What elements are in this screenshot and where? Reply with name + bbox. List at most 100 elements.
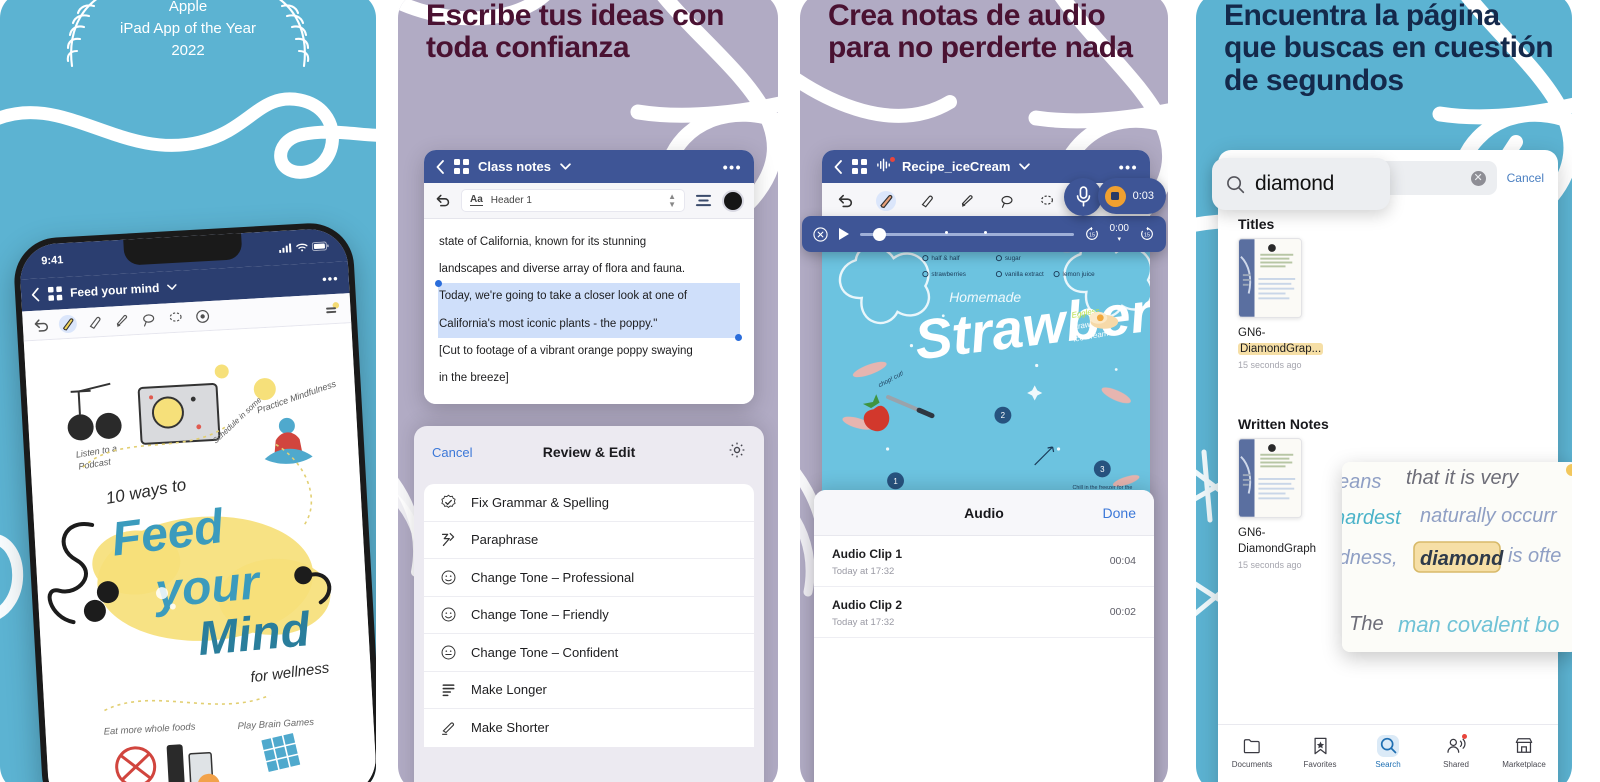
search-cancel-button[interactable]: Cancel (1507, 171, 1544, 185)
option-tone-friendly[interactable]: Change Tone – Friendly (424, 597, 754, 634)
result-thumbnail[interactable] (1238, 438, 1302, 519)
option-paraphrase[interactable]: Paraphrase (424, 522, 754, 559)
note-preview-popover[interactable]: eans that it is very hardest naturally o… (1342, 462, 1572, 652)
lasso-icon[interactable] (998, 192, 1016, 210)
option-make-shorter[interactable]: Make Shorter (424, 709, 754, 747)
chevron-down-icon[interactable] (1019, 163, 1031, 170)
screenshot-panel-award[interactable]: Apple iPad App of the Year 2022 9:41 Fee… (0, 0, 376, 782)
undo-icon[interactable] (434, 192, 451, 209)
back-chevron-icon[interactable] (436, 159, 445, 174)
shared-icon (1445, 733, 1467, 757)
selection-handle-start[interactable] (435, 280, 442, 288)
doc-line[interactable]: in the breeze] (438, 365, 740, 392)
tone-friendly-icon (441, 607, 456, 622)
stepper-icon[interactable]: ▲ ▼ (668, 193, 676, 208)
floating-search-input[interactable]: diamond (1212, 158, 1390, 210)
undo-icon[interactable] (836, 192, 854, 210)
option-make-longer[interactable]: Make Longer (424, 672, 754, 709)
pencil-icon[interactable] (958, 192, 976, 210)
review-options-list[interactable]: Fix Grammar & Spelling Paraphrase Change… (424, 484, 754, 747)
chevron-down-icon[interactable] (167, 284, 177, 291)
screenshot-panel-writing[interactable]: Escribe tus ideas con toda confianza Cla… (398, 0, 778, 782)
more-options-icon[interactable]: ••• (322, 270, 339, 286)
app-topbar[interactable]: Class notes ••• (424, 150, 754, 183)
note-title[interactable]: Class notes (478, 159, 551, 174)
format-toolbar[interactable]: Aa Header 1 ▲ ▼ (424, 183, 754, 219)
close-circle-icon[interactable] (813, 226, 828, 242)
lasso-icon[interactable] (139, 309, 158, 328)
rewind-15-icon[interactable]: 15 (1084, 226, 1100, 242)
tab-shared[interactable]: Shared (1422, 733, 1490, 769)
done-button[interactable]: Done (1103, 505, 1136, 521)
undo-icon[interactable] (31, 315, 50, 334)
note-canvas-artwork[interactable]: Listen to a Podcast Schedule in some Pra… (23, 323, 376, 782)
option-tone-confident[interactable]: Change Tone – Confident (424, 634, 754, 672)
selection-handle-end[interactable] (735, 333, 742, 341)
doc-line[interactable]: state of California, known for its stunn… (438, 229, 740, 256)
result-title[interactable]: GN6- DiamondGrap... (1218, 326, 1558, 357)
eraser-icon[interactable] (918, 192, 936, 210)
pen-icon[interactable] (876, 190, 896, 211)
document-text-area[interactable]: state of California, known for its stunn… (424, 219, 754, 405)
tab-favorites[interactable]: Favorites (1286, 735, 1354, 769)
notes-app-card[interactable]: Class notes ••• Aa Header 1 ▲ ▼ state of … (424, 150, 754, 405)
waveform-icon[interactable] (876, 157, 895, 175)
microphone-button[interactable] (1064, 178, 1102, 216)
doc-line[interactable]: landscapes and diverse array of flora an… (438, 256, 740, 283)
stop-record-icon[interactable] (1104, 185, 1126, 207)
note-title[interactable]: Recipe_iceCream (902, 159, 1010, 174)
chevron-down-icon[interactable]: ▾ (1118, 236, 1122, 243)
tab-search[interactable]: Search (1354, 734, 1422, 769)
clear-icon[interactable]: ✕ (1470, 170, 1486, 186)
battery-icon (311, 241, 329, 251)
gear-icon[interactable] (728, 441, 746, 464)
shape-icon[interactable] (166, 308, 185, 327)
review-edit-sheet[interactable]: Cancel Review & Edit Fix Grammar & Spell… (414, 426, 764, 782)
shape-icon[interactable] (1038, 192, 1056, 210)
pen-icon[interactable] (58, 313, 78, 333)
progress-knob[interactable] (872, 227, 886, 241)
ink-color-icon[interactable] (722, 189, 744, 212)
result-thumbnail[interactable] (1238, 238, 1302, 318)
grid-icon[interactable] (47, 286, 63, 301)
paragraph-style-select[interactable]: Aa Header 1 ▲ ▼ (461, 189, 685, 212)
phone-screen: 9:41 Feed your mind ••• Listen to a Podc… (18, 227, 376, 782)
cancel-button[interactable]: Cancel (432, 445, 472, 460)
doc-line-selected[interactable]: Today, we're going to take a closer look… (435, 280, 740, 311)
grid-icon[interactable] (852, 159, 867, 174)
more-tools-icon[interactable] (323, 299, 342, 318)
bottom-tab-bar[interactable]: Documents Favorites Search Shared Market… (1218, 724, 1558, 778)
align-center-icon[interactable] (695, 193, 712, 208)
more-options-icon[interactable]: ••• (1119, 159, 1138, 175)
chevron-down-icon[interactable] (560, 163, 571, 170)
svg-text:naturally occurr: naturally occurr (1420, 505, 1558, 527)
player-time-display[interactable]: 0:00 ▾ (1110, 223, 1129, 245)
recording-indicator[interactable]: 0:03 (1097, 178, 1166, 214)
tab-marketplace[interactable]: Marketplace (1490, 735, 1558, 769)
doc-line[interactable]: [Cut to footage of a vibrant orange popp… (438, 338, 740, 365)
doc-line-selected[interactable]: California's most iconic plants - the po… (438, 310, 742, 341)
screenshot-panel-search[interactable]: Encuentra la página que buscas en cuesti… (1196, 0, 1572, 782)
audio-progress-slider[interactable] (860, 227, 1074, 241)
screenshot-panel-audio[interactable]: Crea notas de audio para no perderte nad… (800, 0, 1168, 782)
status-icons (279, 241, 329, 253)
audio-player-bar[interactable]: 15 0:00 ▾ 15 (802, 216, 1166, 252)
option-fix-grammar[interactable]: Fix Grammar & Spelling (424, 484, 754, 522)
audio-clip-row[interactable]: Audio Clip 2 Today at 17:32 00:02 (814, 587, 1154, 638)
svg-text:15: 15 (1089, 233, 1095, 239)
audio-clip-row[interactable]: Audio Clip 1 Today at 17:32 00:04 (814, 536, 1154, 587)
tab-documents[interactable]: Documents (1218, 735, 1286, 769)
grid-icon[interactable] (454, 159, 469, 174)
back-chevron-icon[interactable] (31, 287, 41, 302)
app-topbar[interactable]: Recipe_iceCream ••• (822, 150, 1150, 183)
more-options-icon[interactable]: ••• (723, 159, 742, 175)
pencil-icon[interactable] (112, 311, 131, 330)
eraser-icon[interactable] (85, 312, 104, 331)
phone-note-title[interactable]: Feed your mind (70, 281, 160, 300)
audio-clips-sheet[interactable]: Audio Done Audio Clip 1 Today at 17:32 0… (814, 490, 1154, 782)
option-tone-professional[interactable]: Change Tone – Professional (424, 559, 754, 597)
viewer-icon[interactable] (193, 306, 212, 325)
back-chevron-icon[interactable] (834, 159, 843, 174)
forward-15-icon[interactable]: 15 (1139, 226, 1155, 242)
play-icon[interactable] (838, 227, 850, 241)
